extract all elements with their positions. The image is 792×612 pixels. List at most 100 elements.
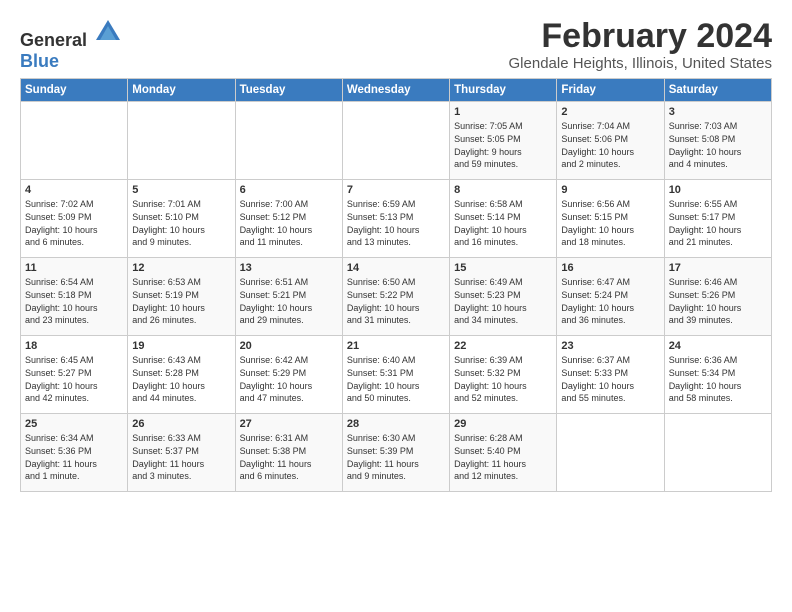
day-cell: 21 Sunrise: 6:40 AM Sunset: 5:31 PM Dayli… [342,336,449,414]
day-number: 11 [25,262,123,274]
day-cell: 6 Sunrise: 7:00 AM Sunset: 5:12 PM Daylig… [235,180,342,258]
day-number: 27 [240,418,338,430]
col-saturday: Saturday [664,79,771,102]
day-cell [557,414,664,492]
week-row-2: 11 Sunrise: 6:54 AM Sunset: 5:18 PM Dayli… [21,258,772,336]
day-info: Sunrise: 6:45 AM Sunset: 5:27 PM Dayligh… [25,354,123,404]
day-cell: 28 Sunrise: 6:30 AM Sunset: 5:39 PM Dayli… [342,414,449,492]
logo-icon [94,18,122,46]
col-sunday: Sunday [21,79,128,102]
week-row-0: 1Sunrise: 7:05 AM Sunset: 5:05 PM Daylig… [21,102,772,180]
day-cell: 1Sunrise: 7:05 AM Sunset: 5:05 PM Daylig… [450,102,557,180]
day-cell [128,102,235,180]
day-cell: 23 Sunrise: 6:37 AM Sunset: 5:33 PM Dayli… [557,336,664,414]
day-number: 26 [132,418,230,430]
day-cell: 19 Sunrise: 6:43 AM Sunset: 5:28 PM Dayli… [128,336,235,414]
day-info: Sunrise: 7:03 AM Sunset: 5:08 PM Dayligh… [669,120,767,170]
day-info: Sunrise: 6:53 AM Sunset: 5:19 PM Dayligh… [132,276,230,326]
header: General Blue February 2024 Glendale Heig… [20,18,772,72]
day-cell: 12 Sunrise: 6:53 AM Sunset: 5:19 PM Dayli… [128,258,235,336]
day-cell: 13 Sunrise: 6:51 AM Sunset: 5:21 PM Dayli… [235,258,342,336]
day-info: Sunrise: 7:04 AM Sunset: 5:06 PM Dayligh… [561,120,659,170]
day-number: 5 [132,184,230,196]
day-cell: 2Sunrise: 7:04 AM Sunset: 5:06 PM Daylig… [557,102,664,180]
day-info: Sunrise: 6:36 AM Sunset: 5:34 PM Dayligh… [669,354,767,404]
col-tuesday: Tuesday [235,79,342,102]
day-number: 18 [25,340,123,352]
header-row: Sunday Monday Tuesday Wednesday Thursday… [21,79,772,102]
month-title: February 2024 [509,18,772,55]
day-info: Sunrise: 6:34 AM Sunset: 5:36 PM Dayligh… [25,432,123,482]
day-number: 17 [669,262,767,274]
day-info: Sunrise: 6:39 AM Sunset: 5:32 PM Dayligh… [454,354,552,404]
day-info: Sunrise: 6:40 AM Sunset: 5:31 PM Dayligh… [347,354,445,404]
calendar-table: Sunday Monday Tuesday Wednesday Thursday… [20,78,772,492]
day-cell: 18 Sunrise: 6:45 AM Sunset: 5:27 PM Dayli… [21,336,128,414]
day-cell [342,102,449,180]
day-number: 8 [454,184,552,196]
day-cell: 4 Sunrise: 7:02 AM Sunset: 5:09 PM Daylig… [21,180,128,258]
location-title: Glendale Heights, Illinois, United State… [509,55,772,72]
col-thursday: Thursday [450,79,557,102]
day-cell: 17 Sunrise: 6:46 AM Sunset: 5:26 PM Dayli… [664,258,771,336]
day-cell: 15 Sunrise: 6:49 AM Sunset: 5:23 PM Dayli… [450,258,557,336]
day-cell: 29Sunrise: 6:28 AM Sunset: 5:40 PM Dayli… [450,414,557,492]
week-row-1: 4 Sunrise: 7:02 AM Sunset: 5:09 PM Daylig… [21,180,772,258]
day-number: 25 [25,418,123,430]
day-number: 24 [669,340,767,352]
day-number: 12 [132,262,230,274]
day-number: 21 [347,340,445,352]
day-number: 9 [561,184,659,196]
day-cell [235,102,342,180]
day-cell: 26Sunrise: 6:33 AM Sunset: 5:37 PM Dayli… [128,414,235,492]
day-cell: 14 Sunrise: 6:50 AM Sunset: 5:22 PM Dayli… [342,258,449,336]
day-number: 15 [454,262,552,274]
page: General Blue February 2024 Glendale Heig… [0,0,792,502]
week-row-3: 18 Sunrise: 6:45 AM Sunset: 5:27 PM Dayli… [21,336,772,414]
day-info: Sunrise: 6:28 AM Sunset: 5:40 PM Dayligh… [454,432,552,482]
day-number: 14 [347,262,445,274]
day-info: Sunrise: 6:55 AM Sunset: 5:17 PM Dayligh… [669,198,767,248]
day-number: 28 [347,418,445,430]
day-cell: 20 Sunrise: 6:42 AM Sunset: 5:29 PM Dayli… [235,336,342,414]
day-cell: 16Sunrise: 6:47 AM Sunset: 5:24 PM Dayli… [557,258,664,336]
day-info: Sunrise: 6:30 AM Sunset: 5:39 PM Dayligh… [347,432,445,482]
day-cell [21,102,128,180]
day-info: Sunrise: 6:47 AM Sunset: 5:24 PM Dayligh… [561,276,659,326]
day-number: 3 [669,106,767,118]
day-number: 23 [561,340,659,352]
title-block: February 2024 Glendale Heights, Illinois… [509,18,772,72]
day-cell [664,414,771,492]
day-cell: 11 Sunrise: 6:54 AM Sunset: 5:18 PM Dayli… [21,258,128,336]
day-info: Sunrise: 6:46 AM Sunset: 5:26 PM Dayligh… [669,276,767,326]
day-number: 19 [132,340,230,352]
day-info: Sunrise: 7:02 AM Sunset: 5:09 PM Dayligh… [25,198,123,248]
day-info: Sunrise: 6:42 AM Sunset: 5:29 PM Dayligh… [240,354,338,404]
day-info: Sunrise: 6:50 AM Sunset: 5:22 PM Dayligh… [347,276,445,326]
day-cell: 8 Sunrise: 6:58 AM Sunset: 5:14 PM Daylig… [450,180,557,258]
day-cell: 10 Sunrise: 6:55 AM Sunset: 5:17 PM Dayli… [664,180,771,258]
day-number: 6 [240,184,338,196]
week-row-4: 25 Sunrise: 6:34 AM Sunset: 5:36 PM Dayli… [21,414,772,492]
day-info: Sunrise: 6:54 AM Sunset: 5:18 PM Dayligh… [25,276,123,326]
day-info: Sunrise: 6:43 AM Sunset: 5:28 PM Dayligh… [132,354,230,404]
day-info: Sunrise: 6:37 AM Sunset: 5:33 PM Dayligh… [561,354,659,404]
day-cell: 7 Sunrise: 6:59 AM Sunset: 5:13 PM Daylig… [342,180,449,258]
day-info: Sunrise: 6:51 AM Sunset: 5:21 PM Dayligh… [240,276,338,326]
col-wednesday: Wednesday [342,79,449,102]
day-number: 13 [240,262,338,274]
day-info: Sunrise: 7:00 AM Sunset: 5:12 PM Dayligh… [240,198,338,248]
day-number: 4 [25,184,123,196]
day-info: Sunrise: 6:49 AM Sunset: 5:23 PM Dayligh… [454,276,552,326]
day-info: Sunrise: 6:56 AM Sunset: 5:15 PM Dayligh… [561,198,659,248]
logo: General Blue [20,18,122,72]
day-cell: 9 Sunrise: 6:56 AM Sunset: 5:15 PM Daylig… [557,180,664,258]
day-number: 20 [240,340,338,352]
day-info: Sunrise: 6:59 AM Sunset: 5:13 PM Dayligh… [347,198,445,248]
day-info: Sunrise: 6:58 AM Sunset: 5:14 PM Dayligh… [454,198,552,248]
day-number: 7 [347,184,445,196]
day-cell: 3 Sunrise: 7:03 AM Sunset: 5:08 PM Daylig… [664,102,771,180]
day-number: 1 [454,106,552,118]
col-monday: Monday [128,79,235,102]
day-number: 10 [669,184,767,196]
